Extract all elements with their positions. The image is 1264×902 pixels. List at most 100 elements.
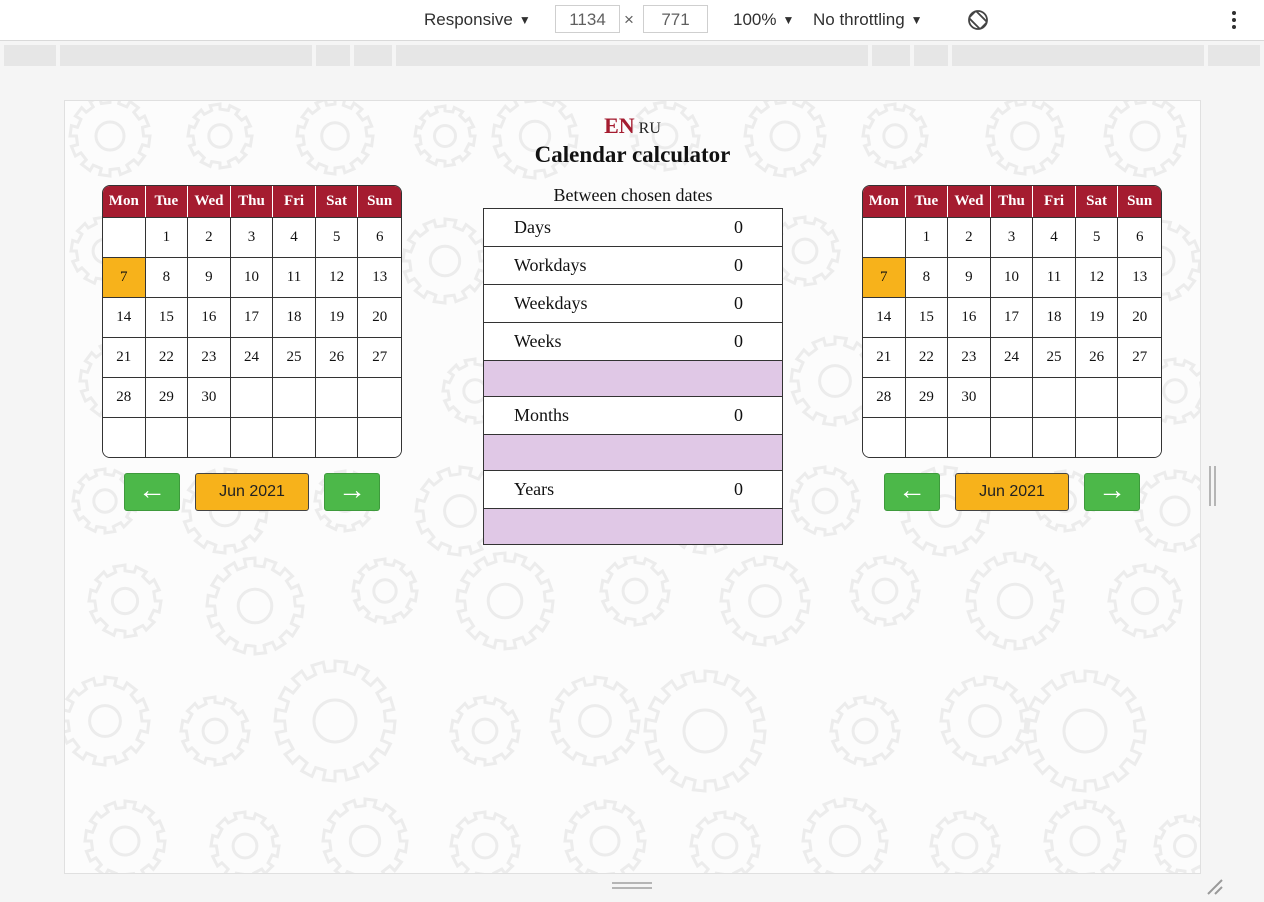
calendar-day[interactable]: 3 bbox=[990, 217, 1034, 257]
calendar-day[interactable]: 11 bbox=[1033, 257, 1076, 297]
calendar-day-empty bbox=[273, 377, 316, 417]
calendar-day[interactable]: 14 bbox=[863, 297, 906, 337]
calendar-day[interactable]: 26 bbox=[315, 337, 359, 377]
calendar-day[interactable]: 28 bbox=[863, 377, 906, 417]
calendar-day[interactable]: 27 bbox=[1118, 337, 1161, 377]
calendar-week-row: 7 8 9 10 11 12 13 bbox=[863, 257, 1161, 297]
calendar-day[interactable]: 20 bbox=[1118, 297, 1161, 337]
weekday-header-row: Mon Tue Wed Thu Fri Sat Sun bbox=[103, 186, 401, 217]
month-select-button[interactable]: Jun 2021 bbox=[955, 473, 1069, 511]
calendar-day[interactable]: 19 bbox=[1075, 297, 1119, 337]
calendar-day[interactable]: 13 bbox=[1118, 257, 1161, 297]
calendar-day[interactable]: 29 bbox=[145, 377, 189, 417]
zoom-label: 100% bbox=[733, 10, 777, 29]
calendar-day[interactable]: 21 bbox=[863, 337, 906, 377]
calendar-day-empty bbox=[863, 417, 906, 457]
calendar-day[interactable]: 29 bbox=[905, 377, 949, 417]
calendar-day[interactable]: 2 bbox=[948, 217, 991, 257]
calendar-day[interactable] bbox=[863, 217, 906, 257]
media-query-segment[interactable] bbox=[354, 45, 392, 66]
calendar-day[interactable]: 24 bbox=[990, 337, 1034, 377]
calendar-day[interactable]: 19 bbox=[315, 297, 359, 337]
media-query-segment[interactable] bbox=[4, 45, 56, 66]
calendar-day[interactable]: 3 bbox=[230, 217, 274, 257]
calendar-day[interactable]: 18 bbox=[1033, 297, 1076, 337]
calendar-day[interactable]: 21 bbox=[103, 337, 146, 377]
media-query-segment[interactable] bbox=[952, 45, 1204, 66]
calendar-day[interactable]: 25 bbox=[1033, 337, 1076, 377]
calendar-day[interactable]: 30 bbox=[188, 377, 231, 417]
calendar-day[interactable]: 6 bbox=[358, 217, 401, 257]
lang-ru-link[interactable]: RU bbox=[639, 120, 661, 137]
media-query-segment[interactable] bbox=[1208, 45, 1260, 66]
rotate-icon[interactable] bbox=[966, 8, 990, 32]
weekday-header: Thu bbox=[230, 186, 274, 217]
calendar-day[interactable]: 4 bbox=[273, 217, 316, 257]
prev-month-button[interactable]: ← bbox=[884, 473, 940, 511]
page-title: Calendar calculator bbox=[534, 142, 731, 167]
calendar-day-empty bbox=[1075, 417, 1119, 457]
zoom-dropdown[interactable]: 100% ▼ bbox=[733, 8, 794, 32]
calendar-day[interactable]: 25 bbox=[273, 337, 316, 377]
calendar-day[interactable]: 16 bbox=[948, 297, 991, 337]
next-month-button[interactable]: → bbox=[1084, 473, 1140, 511]
media-query-segment[interactable] bbox=[60, 45, 312, 66]
device-mode-label: Responsive bbox=[424, 10, 513, 29]
calendar-day[interactable]: 27 bbox=[358, 337, 401, 377]
calendar-day[interactable]: 24 bbox=[230, 337, 274, 377]
calendar-day[interactable]: 15 bbox=[145, 297, 189, 337]
media-query-segment[interactable] bbox=[872, 45, 910, 66]
next-month-button[interactable]: → bbox=[324, 473, 380, 511]
result-row-weeks: Weeks 0 bbox=[484, 323, 782, 361]
prev-month-button[interactable]: ← bbox=[124, 473, 180, 511]
width-input[interactable]: 1134 bbox=[555, 5, 620, 33]
more-vertical-icon[interactable] bbox=[1228, 8, 1240, 32]
calendar-day[interactable]: 6 bbox=[1118, 217, 1161, 257]
device-mode-dropdown[interactable]: Responsive ▼ bbox=[424, 8, 531, 32]
calendar-day[interactable]: 22 bbox=[905, 337, 949, 377]
calendar-day[interactable]: 10 bbox=[990, 257, 1034, 297]
calendar-day[interactable]: 22 bbox=[145, 337, 189, 377]
media-query-segment[interactable] bbox=[914, 45, 948, 66]
calendar-day-selected[interactable]: 7 bbox=[863, 257, 906, 297]
calendar-day[interactable]: 9 bbox=[188, 257, 231, 297]
calendar-day[interactable]: 12 bbox=[315, 257, 359, 297]
throttling-dropdown[interactable]: No throttling ▼ bbox=[813, 8, 923, 32]
height-input[interactable]: 771 bbox=[643, 5, 708, 33]
calendar-day[interactable]: 5 bbox=[1075, 217, 1119, 257]
calendar-day[interactable]: 11 bbox=[273, 257, 316, 297]
calendar-day[interactable]: 26 bbox=[1075, 337, 1119, 377]
media-query-segment[interactable] bbox=[396, 45, 868, 66]
calendar-day[interactable]: 12 bbox=[1075, 257, 1119, 297]
calendar-day[interactable]: 2 bbox=[188, 217, 231, 257]
calendar-day[interactable]: 9 bbox=[948, 257, 991, 297]
calendar-day[interactable]: 16 bbox=[188, 297, 231, 337]
month-select-button[interactable]: Jun 2021 bbox=[195, 473, 309, 511]
calendar-day[interactable]: 10 bbox=[230, 257, 274, 297]
calendar-day[interactable]: 8 bbox=[145, 257, 189, 297]
calendar-day[interactable]: 14 bbox=[103, 297, 146, 337]
calendar-day[interactable]: 30 bbox=[948, 377, 991, 417]
calendar-day[interactable]: 1 bbox=[905, 217, 949, 257]
calendar-day[interactable]: 17 bbox=[230, 297, 274, 337]
calendar-day[interactable]: 8 bbox=[905, 257, 949, 297]
calendar-day[interactable]: 20 bbox=[358, 297, 401, 337]
calendar-day[interactable]: 13 bbox=[358, 257, 401, 297]
media-query-bar bbox=[0, 42, 1264, 68]
calendar-day[interactable]: 28 bbox=[103, 377, 146, 417]
resize-handle-right[interactable] bbox=[1209, 466, 1217, 506]
calendar-day[interactable] bbox=[103, 217, 146, 257]
lang-en-link[interactable]: EN bbox=[604, 113, 635, 138]
calendar-day[interactable]: 23 bbox=[188, 337, 231, 377]
calendar-day[interactable]: 4 bbox=[1033, 217, 1076, 257]
calendar-day[interactable]: 23 bbox=[948, 337, 991, 377]
resize-handle-bottom[interactable] bbox=[612, 882, 652, 890]
media-query-segment[interactable] bbox=[316, 45, 350, 66]
calendar-day[interactable]: 17 bbox=[990, 297, 1034, 337]
calendar-day[interactable]: 18 bbox=[273, 297, 316, 337]
calendar-day[interactable]: 5 bbox=[315, 217, 359, 257]
calendar-day[interactable]: 1 bbox=[145, 217, 189, 257]
calendar-day[interactable]: 15 bbox=[905, 297, 949, 337]
resize-corner-icon[interactable] bbox=[1204, 878, 1224, 896]
calendar-day-selected[interactable]: 7 bbox=[103, 257, 146, 297]
